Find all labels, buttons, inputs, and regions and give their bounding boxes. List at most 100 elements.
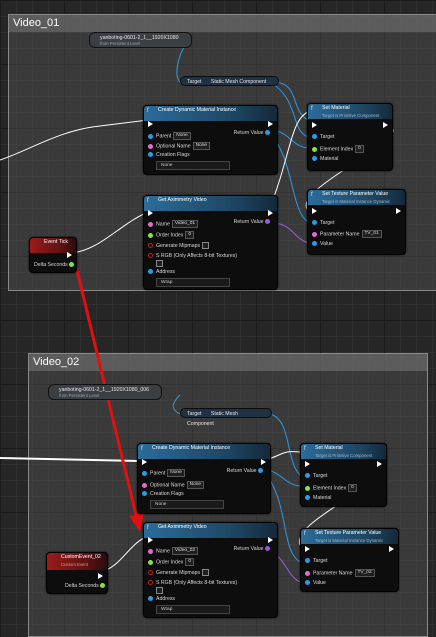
return-value-pin[interactable] <box>258 468 263 474</box>
address-pin[interactable] <box>148 269 153 275</box>
create-dmi-node-2[interactable]: f Create Dynamic Material Instance Parent… <box>137 443 271 514</box>
parent-pin[interactable] <box>148 133 153 139</box>
order-index-value[interactable]: 0 <box>185 231 195 239</box>
name-pin[interactable] <box>148 548 153 554</box>
mipmaps-checkbox[interactable] <box>202 242 210 249</box>
optional-name-value[interactable]: None <box>192 142 211 150</box>
exec-out-pin[interactable] <box>383 122 388 128</box>
element-index-pin[interactable] <box>305 485 310 491</box>
parameter-name-value[interactable]: TV_01 <box>361 230 382 238</box>
srgb-label: S RGB (Only Affects 8-bit Textures) <box>156 253 238 259</box>
mipmaps-pin[interactable] <box>148 570 153 575</box>
create-dmi-title-1: Create Dynamic Material Instance <box>158 107 237 113</box>
set-material-header-1: f Set Material Target is Primitive Compone… <box>308 104 392 119</box>
target-pin[interactable] <box>312 134 317 140</box>
exec-out-pin[interactable] <box>268 210 273 216</box>
delta-seconds-pin[interactable] <box>100 583 106 589</box>
optional-name-label: Optional Name <box>150 482 185 489</box>
srgb-pin[interactable] <box>148 580 153 586</box>
creation-flags-label: Creation Flags <box>156 152 190 158</box>
element-index-pin[interactable] <box>312 146 317 152</box>
name-pin[interactable] <box>148 221 153 227</box>
level-actor-ref-2[interactable]: yanboting-0601-2_1__1920X1080_006 from P… <box>48 384 162 400</box>
get-video-node-2[interactable]: f Get Aximmetry Video Name Video_02 Return… <box>143 522 278 618</box>
parent-pin[interactable] <box>142 470 147 476</box>
set-texture-node-1[interactable]: f Set Texture Parameter Value Target is Ma… <box>307 189 406 255</box>
get-video-node-1[interactable]: f Get Aximmetry Video Name Video_01 Return… <box>143 195 278 290</box>
exec-in-pin[interactable] <box>148 121 153 127</box>
set-material-sub-1: Target is Primitive Component <box>322 113 380 118</box>
element-index-value[interactable]: 0 <box>355 145 364 153</box>
srgb-pin[interactable] <box>148 253 153 259</box>
exec-in-pin[interactable] <box>305 546 310 552</box>
value-pin[interactable] <box>312 241 317 247</box>
custom-event-node[interactable]: CustomEvent_02 Custom Event Delta Seconds <box>46 552 108 594</box>
set-material-node-1[interactable]: f Set Material Target is Primitive Compone… <box>307 103 393 171</box>
material-label: Material <box>313 495 332 501</box>
get-component-node-2[interactable]: Target Static Mesh Component <box>180 408 272 427</box>
exec-in-pin[interactable] <box>148 210 153 216</box>
return-value-pin[interactable] <box>265 546 270 552</box>
exec-out-pin[interactable] <box>396 208 401 214</box>
mipmaps-pin[interactable] <box>148 243 153 248</box>
parameter-name-pin[interactable] <box>312 231 317 237</box>
value-label: Value <box>320 241 333 247</box>
name-value[interactable]: Video_01 <box>171 220 199 228</box>
element-index-value[interactable]: 0 <box>348 484 357 492</box>
order-index-pin[interactable] <box>148 559 153 565</box>
parameter-name-value[interactable]: TV_02 <box>354 569 375 577</box>
return-value-pin[interactable] <box>265 130 270 136</box>
target-pin[interactable] <box>312 220 317 226</box>
exec-out-pin[interactable] <box>67 252 72 258</box>
exec-out-pin[interactable] <box>389 546 394 552</box>
event-tick-node[interactable]: Event Tick Delta Seconds <box>29 237 77 273</box>
material-pin[interactable] <box>305 495 310 501</box>
creation-flags-pin[interactable] <box>142 491 147 497</box>
mipmaps-checkbox[interactable] <box>202 569 210 576</box>
return-value-pin[interactable] <box>265 219 270 225</box>
optional-name-pin[interactable] <box>148 143 153 149</box>
get-component-node-1[interactable]: Target Static Mesh Component <box>180 76 279 86</box>
set-material-node-2[interactable]: f Set Material Target is Primitive Compone… <box>300 443 387 507</box>
create-dmi-node-1[interactable]: f Create Dynamic Material Instance Parent… <box>143 105 278 175</box>
exec-out-pin[interactable] <box>268 121 273 127</box>
order-index-value[interactable]: 0 <box>185 558 195 566</box>
target-pin[interactable] <box>305 473 310 479</box>
parameter-name-pin[interactable] <box>305 570 310 576</box>
srgb-label: S RGB (Only Affects 8-bit Textures) <box>156 580 238 586</box>
name-value[interactable]: Video_02 <box>171 547 199 555</box>
exec-out-pin[interactable] <box>98 573 103 579</box>
creation-flags-label: Creation Flags <box>150 491 184 497</box>
optional-name-value[interactable]: None <box>186 481 205 489</box>
exec-in-pin[interactable] <box>312 122 317 128</box>
exec-in-pin[interactable] <box>305 461 310 467</box>
optional-name-pin[interactable] <box>142 482 147 488</box>
address-dropdown[interactable]: Wrap <box>156 605 230 614</box>
set-texture-node-2[interactable]: f Set Texture Parameter Value Target is Ma… <box>300 528 399 592</box>
component-target-label-1: Target <box>187 79 202 85</box>
exec-in-pin[interactable] <box>312 208 317 214</box>
delta-seconds-pin[interactable] <box>69 262 75 268</box>
address-dropdown[interactable]: Wrap <box>156 278 230 287</box>
srgb-checkbox[interactable] <box>156 587 163 594</box>
value-pin[interactable] <box>305 580 310 586</box>
srgb-checkbox[interactable] <box>156 260 163 267</box>
return-value-label: Return Value <box>233 130 264 136</box>
create-dmi-header-2: f Create Dynamic Material Instance <box>138 444 270 459</box>
order-index-pin[interactable] <box>148 232 153 238</box>
exec-out-pin[interactable] <box>261 459 266 465</box>
target-pin[interactable] <box>305 558 310 564</box>
creation-flags-pin[interactable] <box>148 152 153 158</box>
exec-in-pin[interactable] <box>142 459 147 465</box>
creation-flags-dropdown[interactable]: None <box>150 500 224 509</box>
exec-out-pin[interactable] <box>268 537 273 543</box>
creation-flags-dropdown[interactable]: None <box>156 161 230 170</box>
parent-value[interactable]: None <box>167 469 185 477</box>
exec-out-pin[interactable] <box>377 461 382 467</box>
level-actor-ref-1[interactable]: yanboting-0601-2_1__1920X1080 from Persi… <box>89 32 192 48</box>
parent-value[interactable]: None <box>173 132 191 140</box>
exec-in-pin[interactable] <box>148 537 153 543</box>
address-pin[interactable] <box>148 596 153 602</box>
actor-sub-2: from Persistent Level <box>59 393 100 398</box>
material-pin[interactable] <box>312 156 317 162</box>
